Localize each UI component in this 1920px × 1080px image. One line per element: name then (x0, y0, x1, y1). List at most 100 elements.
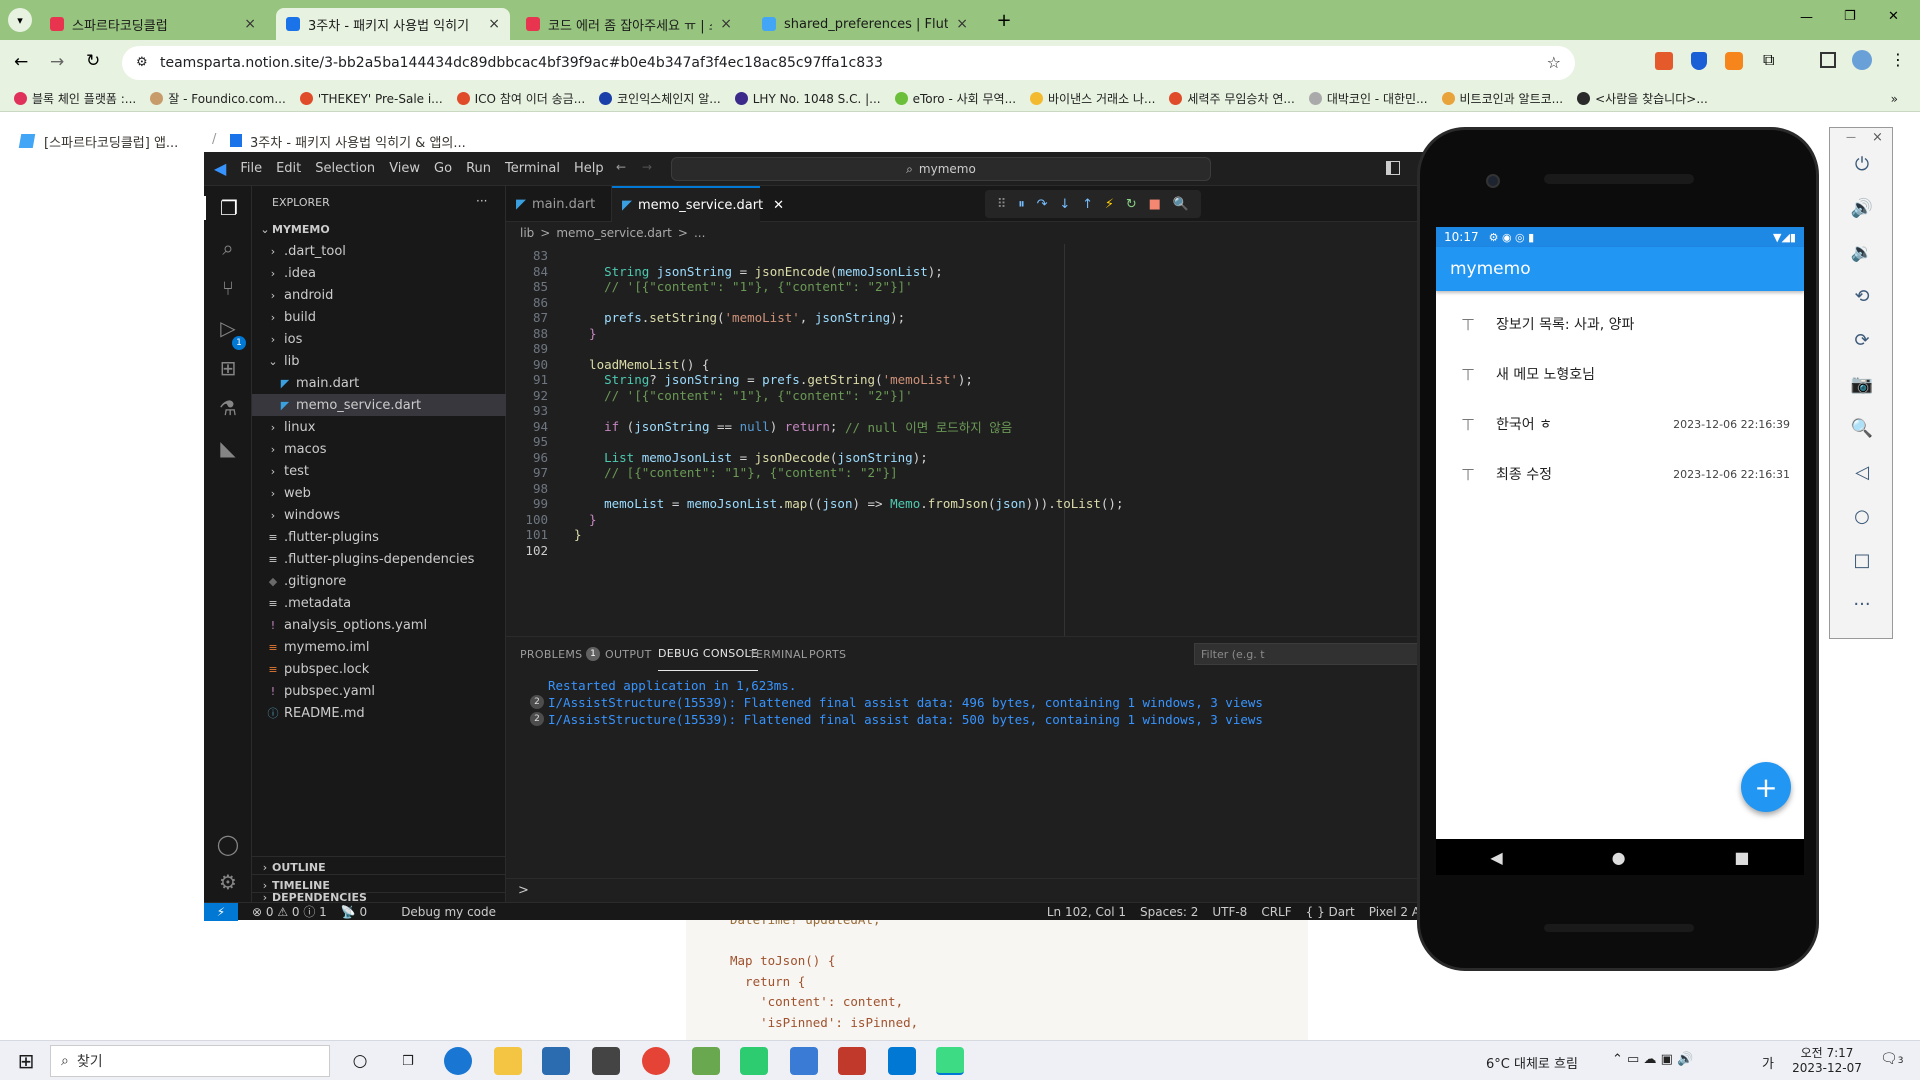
nav-back-icon[interactable]: ← (616, 160, 626, 174)
back-icon[interactable]: ← (14, 52, 28, 72)
cortana-icon[interactable]: ○ (346, 1047, 374, 1075)
nav-forward-icon[interactable]: → (642, 160, 652, 174)
star-icon[interactable]: ☆ (1547, 53, 1561, 72)
bookmark-item[interactable]: 바이낸스 거래소 나... (1030, 90, 1155, 107)
mail-icon[interactable] (592, 1047, 620, 1075)
tab-main-dart[interactable]: ◤ main.dart (506, 186, 612, 222)
bookmark-item[interactable]: 세력주 무임승차 연... (1169, 90, 1295, 107)
close-tab-icon[interactable]: ✕ (773, 198, 784, 213)
camera-icon[interactable]: 📷 (1848, 370, 1876, 398)
folder-item[interactable]: › web (252, 482, 506, 504)
stop-icon[interactable]: ■ (1149, 197, 1161, 212)
folder-item[interactable]: › windows (252, 504, 506, 526)
file-explorer-icon[interactable] (494, 1047, 522, 1075)
rotate-right-icon[interactable]: ⟳ (1848, 326, 1876, 354)
emulator-minimize-button[interactable]: — (1846, 132, 1856, 143)
file-item[interactable]: ◤ main.dart (252, 372, 506, 394)
menu-view[interactable]: View (389, 161, 420, 176)
notion-breadcrumb-current[interactable]: 3주차 - 패키지 사용법 익히기 & 앱의... (250, 132, 466, 151)
app-icon[interactable] (692, 1047, 720, 1075)
taskbar-clock[interactable]: 오전 7:17 2023-12-07 (1792, 1044, 1862, 1075)
memo-list-item[interactable]: ⊥ 최종 수정 2023-12-06 22:16:31 (1436, 449, 1804, 499)
weather-widget[interactable]: 6°C 대체로 흐림 (1486, 1053, 1578, 1072)
device-selector[interactable]: Pixel 2 A (1369, 905, 1420, 919)
file-item[interactable]: ≡ pubspec.lock (252, 658, 506, 680)
new-tab-button[interactable]: + (992, 10, 1016, 34)
explorer-more-icon[interactable]: ··· (476, 194, 487, 208)
panel-tab-terminal[interactable]: TERMINAL (749, 637, 807, 671)
testing-icon[interactable]: ⚗ (216, 396, 240, 420)
step-out-icon[interactable]: ↑ (1082, 197, 1093, 212)
folder-item[interactable]: › macos (252, 438, 506, 460)
bookmarks-more-icon[interactable]: » (1891, 92, 1898, 106)
home-icon[interactable]: ○ (1848, 502, 1876, 530)
notion-breadcrumb-parent[interactable]: [스파르타코딩클럽] 앱... (44, 132, 178, 151)
zoom-icon[interactable]: 🔍 (1848, 414, 1876, 442)
close-tab-icon[interactable]: × (488, 16, 500, 32)
file-item[interactable]: ≡ .flutter-plugins (252, 526, 506, 548)
pin-icon[interactable]: ⊥ (1454, 315, 1482, 334)
emulator-taskbar-icon[interactable] (936, 1047, 964, 1075)
add-memo-button[interactable]: + (1741, 762, 1791, 812)
menu-terminal[interactable]: Terminal (505, 161, 560, 176)
language-mode[interactable]: { } Dart (1306, 905, 1355, 919)
step-over-icon[interactable]: ↷ (1037, 197, 1048, 212)
browser-menu-icon[interactable]: ⋮ (1890, 50, 1906, 69)
browser-tab[interactable]: 스파르타코딩클럽 × (40, 8, 266, 40)
folder-item[interactable]: › android (252, 284, 506, 306)
bookmark-item[interactable]: ICO 참여 이더 송금... (456, 90, 585, 107)
restart-icon[interactable]: ↻ (1126, 197, 1137, 212)
menu-run[interactable]: Run (466, 161, 491, 176)
vscode-taskbar-icon[interactable] (888, 1047, 916, 1075)
memo-list-item[interactable]: ⊥ 새 메모 노형호님 (1436, 349, 1804, 399)
step-into-icon[interactable]: ↓ (1059, 197, 1070, 212)
menu-selection[interactable]: Selection (315, 161, 375, 176)
flutter-icon[interactable]: ◣ (216, 436, 240, 460)
menu-edit[interactable]: Edit (276, 161, 301, 176)
pin-icon[interactable]: ⊥ (1454, 465, 1482, 484)
bookmark-item[interactable]: 대박코인 - 대한민... (1308, 90, 1428, 107)
file-item[interactable]: ! analysis_options.yaml (252, 614, 506, 636)
chrome-icon[interactable] (642, 1047, 670, 1075)
breadcrumb-segment[interactable]: ... (694, 226, 705, 240)
start-button[interactable]: ⊞ (12, 1047, 40, 1075)
close-window-button[interactable]: ✕ (1888, 9, 1899, 24)
panel-tab-debug-console[interactable]: DEBUG CONSOLE (658, 637, 759, 671)
toggle-sidebar-icon[interactable] (1386, 161, 1400, 175)
menu-file[interactable]: File (240, 161, 262, 176)
volume-up-icon[interactable]: 🔊 (1848, 194, 1876, 222)
restore-window-button[interactable]: ❐ (1844, 9, 1856, 24)
reload-icon[interactable]: ↻ (86, 51, 100, 71)
file-item[interactable]: ⓘ README.md (252, 702, 506, 724)
notification-icon[interactable]: 🗨3 (1880, 1051, 1904, 1067)
folder-item[interactable]: › test (252, 460, 506, 482)
extensions-puzzle-icon[interactable]: ⧉ (1763, 50, 1774, 70)
bookmark-item[interactable]: 잘 - Foundico.com... (150, 90, 286, 107)
project-root[interactable]: ⌄ MYMEMO (252, 218, 506, 240)
dependencies-section[interactable]: › DEPENDENCIES (252, 892, 506, 902)
bookmark-item[interactable]: eToro - 사회 무역... (894, 90, 1016, 107)
breadcrumb-segment[interactable]: lib (520, 226, 534, 240)
forward-icon[interactable]: → (50, 52, 64, 72)
volume-down-icon[interactable]: 🔉 (1848, 238, 1876, 266)
metamask-icon[interactable] (1725, 52, 1743, 70)
extensions-icon[interactable]: ⊞ (216, 356, 240, 380)
avatar[interactable] (1852, 50, 1872, 70)
close-tab-icon[interactable]: × (956, 16, 968, 32)
encoding[interactable]: UTF-8 (1212, 905, 1247, 919)
menu-help[interactable]: Help (574, 161, 604, 176)
search-icon[interactable]: ⌕ (216, 236, 240, 260)
pause-icon[interactable]: ⏸ (1018, 197, 1025, 212)
power-icon[interactable]: ⏻ (1848, 150, 1876, 178)
code-editor[interactable]: 83 84 String jsonString = jsonEncode(memo… (506, 244, 1424, 636)
problems-status[interactable]: ⊗ 0 ⚠ 0 ⓘ 1 (252, 903, 327, 920)
cursor-position[interactable]: Ln 102, Col 1 (1047, 905, 1126, 919)
bookmark-item[interactable]: 'THEKEY' Pre-Sale i... (299, 92, 443, 106)
debug-status[interactable]: Debug my code (401, 905, 496, 919)
nav-home-icon[interactable]: ● (1612, 848, 1626, 867)
address-input[interactable]: teamsparta.notion.site/3-bb2a5ba144434dc… (122, 46, 1575, 80)
minimize-window-button[interactable]: — (1800, 10, 1813, 25)
memo-list-item[interactable]: ⊥ 장보기 목록: 사과, 양파 (1436, 299, 1804, 349)
taskbar-search-input[interactable]: ⌕ 찾기 (50, 1045, 330, 1077)
file-item[interactable]: ◤ memo_service.dart (252, 394, 506, 416)
